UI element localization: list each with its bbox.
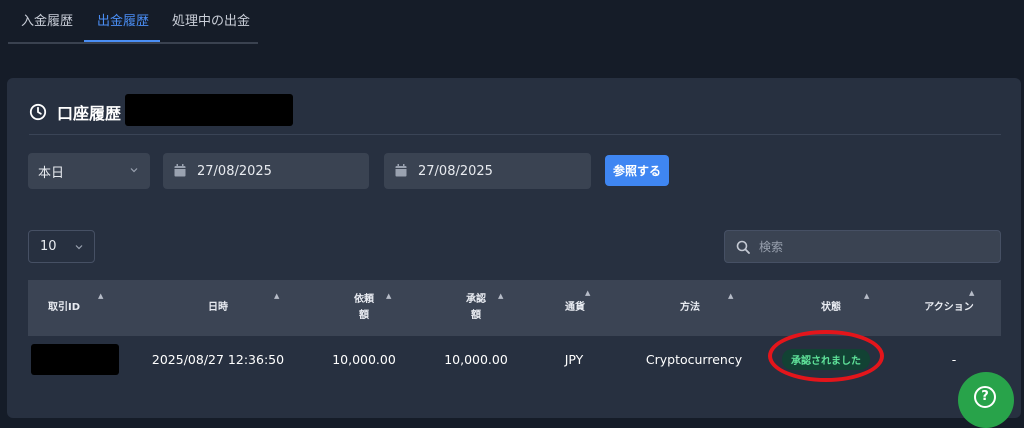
card-title-text: 口座履歴 bbox=[57, 104, 122, 123]
history-tabs: 入金履歴 出金履歴 処理中の出金 bbox=[8, 0, 258, 44]
sort-icon[interactable]: ▲ bbox=[585, 289, 590, 297]
help-button[interactable]: ? bbox=[958, 372, 1014, 428]
sort-icon[interactable]: ▲ bbox=[498, 292, 503, 300]
redacted-account-number bbox=[125, 94, 293, 126]
card-divider bbox=[29, 134, 1001, 135]
column-header-transaction-id[interactable]: 取引ID bbox=[28, 280, 100, 336]
tab-withdrawal-history[interactable]: 出金履歴 bbox=[97, 10, 149, 29]
table-header: 取引ID ▲ 日時 ▲ 依頼額 ▲ 承認額 ▲ 通貨 ▲ 方法 ▲ 状態 ▲ ア… bbox=[28, 280, 1001, 336]
sort-icon[interactable]: ▲ bbox=[274, 292, 279, 300]
page-size-value: 10 bbox=[40, 239, 57, 254]
column-header-status[interactable]: 状態 bbox=[811, 280, 851, 336]
card-title: 口座履歴 bbox=[29, 100, 121, 124]
chevron-down-icon bbox=[130, 168, 138, 173]
cell-currency: JPY bbox=[564, 351, 584, 367]
tab-deposit-history[interactable]: 入金履歴 bbox=[21, 10, 73, 29]
period-select-value: 本日 bbox=[38, 165, 65, 181]
date-to-value: 27/08/2025 bbox=[418, 163, 493, 179]
question-icon: ? bbox=[974, 386, 996, 408]
calendar-icon bbox=[174, 164, 186, 177]
column-header-approved-amount[interactable]: 承認額 bbox=[456, 280, 496, 336]
cell-method: Cryptocurrency bbox=[645, 351, 743, 367]
page-size-select[interactable]: 10 bbox=[28, 230, 95, 263]
search-button[interactable]: 参照する bbox=[605, 155, 669, 186]
sort-icon[interactable]: ▲ bbox=[728, 292, 733, 300]
search-icon bbox=[736, 240, 750, 254]
cell-action: - bbox=[951, 351, 957, 367]
column-header-datetime[interactable]: 日時 bbox=[178, 280, 258, 336]
cell-approved-amount: 10,000.00 bbox=[444, 351, 508, 367]
highlight-annotation bbox=[768, 330, 884, 382]
tab-pending-withdrawals[interactable]: 処理中の出金 bbox=[172, 10, 250, 29]
date-to-field[interactable]: 27/08/2025 bbox=[384, 153, 591, 189]
sort-icon[interactable]: ▲ bbox=[386, 292, 391, 300]
redacted-transaction-id bbox=[31, 344, 119, 375]
date-from-field[interactable]: 27/08/2025 bbox=[163, 153, 369, 189]
clock-icon bbox=[29, 103, 47, 121]
cell-requested-amount: 10,000.00 bbox=[332, 351, 396, 367]
sort-icon[interactable]: ▲ bbox=[969, 289, 974, 297]
period-select[interactable]: 本日 bbox=[28, 153, 150, 189]
table-search[interactable] bbox=[724, 230, 1001, 263]
sort-icon[interactable]: ▲ bbox=[98, 292, 103, 300]
calendar-icon bbox=[395, 164, 407, 177]
date-from-value: 27/08/2025 bbox=[197, 163, 272, 179]
column-header-method[interactable]: 方法 bbox=[670, 280, 710, 336]
sort-icon[interactable]: ▲ bbox=[864, 292, 869, 300]
search-input[interactable] bbox=[759, 239, 979, 254]
column-header-requested-amount[interactable]: 依頼額 bbox=[344, 280, 384, 336]
active-tab-indicator bbox=[84, 40, 160, 42]
cell-datetime: 2025/08/27 12:36:50 bbox=[151, 351, 285, 367]
chevron-down-icon bbox=[75, 245, 83, 250]
column-header-action[interactable]: アクション bbox=[924, 280, 974, 336]
